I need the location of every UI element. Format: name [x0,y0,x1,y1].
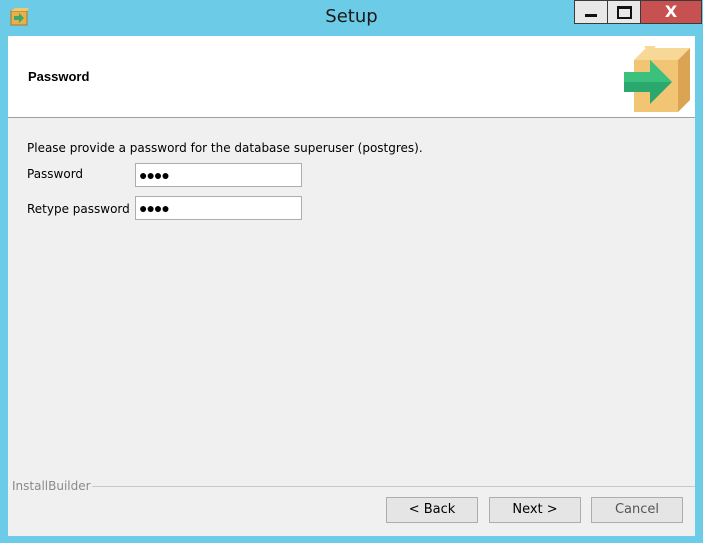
footer-divider [92,486,695,487]
title-bar[interactable]: Setup X [0,0,703,36]
password-label: Password [27,167,84,181]
next-button[interactable]: Next > [489,497,581,523]
setup-window: Setup X Password Please provide a passwo… [0,0,703,543]
cancel-button[interactable]: Cancel [591,497,683,523]
close-button[interactable]: X [640,0,702,24]
retype-password-mask: ●●●● [139,200,170,216]
minimize-button[interactable] [574,0,608,24]
close-icon: X [664,2,678,21]
installbuilder-label: InstallBuilder [12,479,91,493]
installer-box-arrow-icon [624,46,690,112]
password-mask: ●●●● [139,167,170,183]
password-field[interactable]: ●●●● [135,163,302,187]
retype-password-label: Retype password [27,202,130,216]
back-button[interactable]: < Back [386,497,478,523]
page-header: Password [8,36,695,118]
installer-content: Password Please provide a password for t… [8,36,695,536]
retype-password-field[interactable]: ●●●● [135,196,302,220]
maximize-button[interactable] [607,0,641,24]
page-title: Password [28,69,90,84]
password-prompt: Please provide a password for the databa… [27,141,423,155]
